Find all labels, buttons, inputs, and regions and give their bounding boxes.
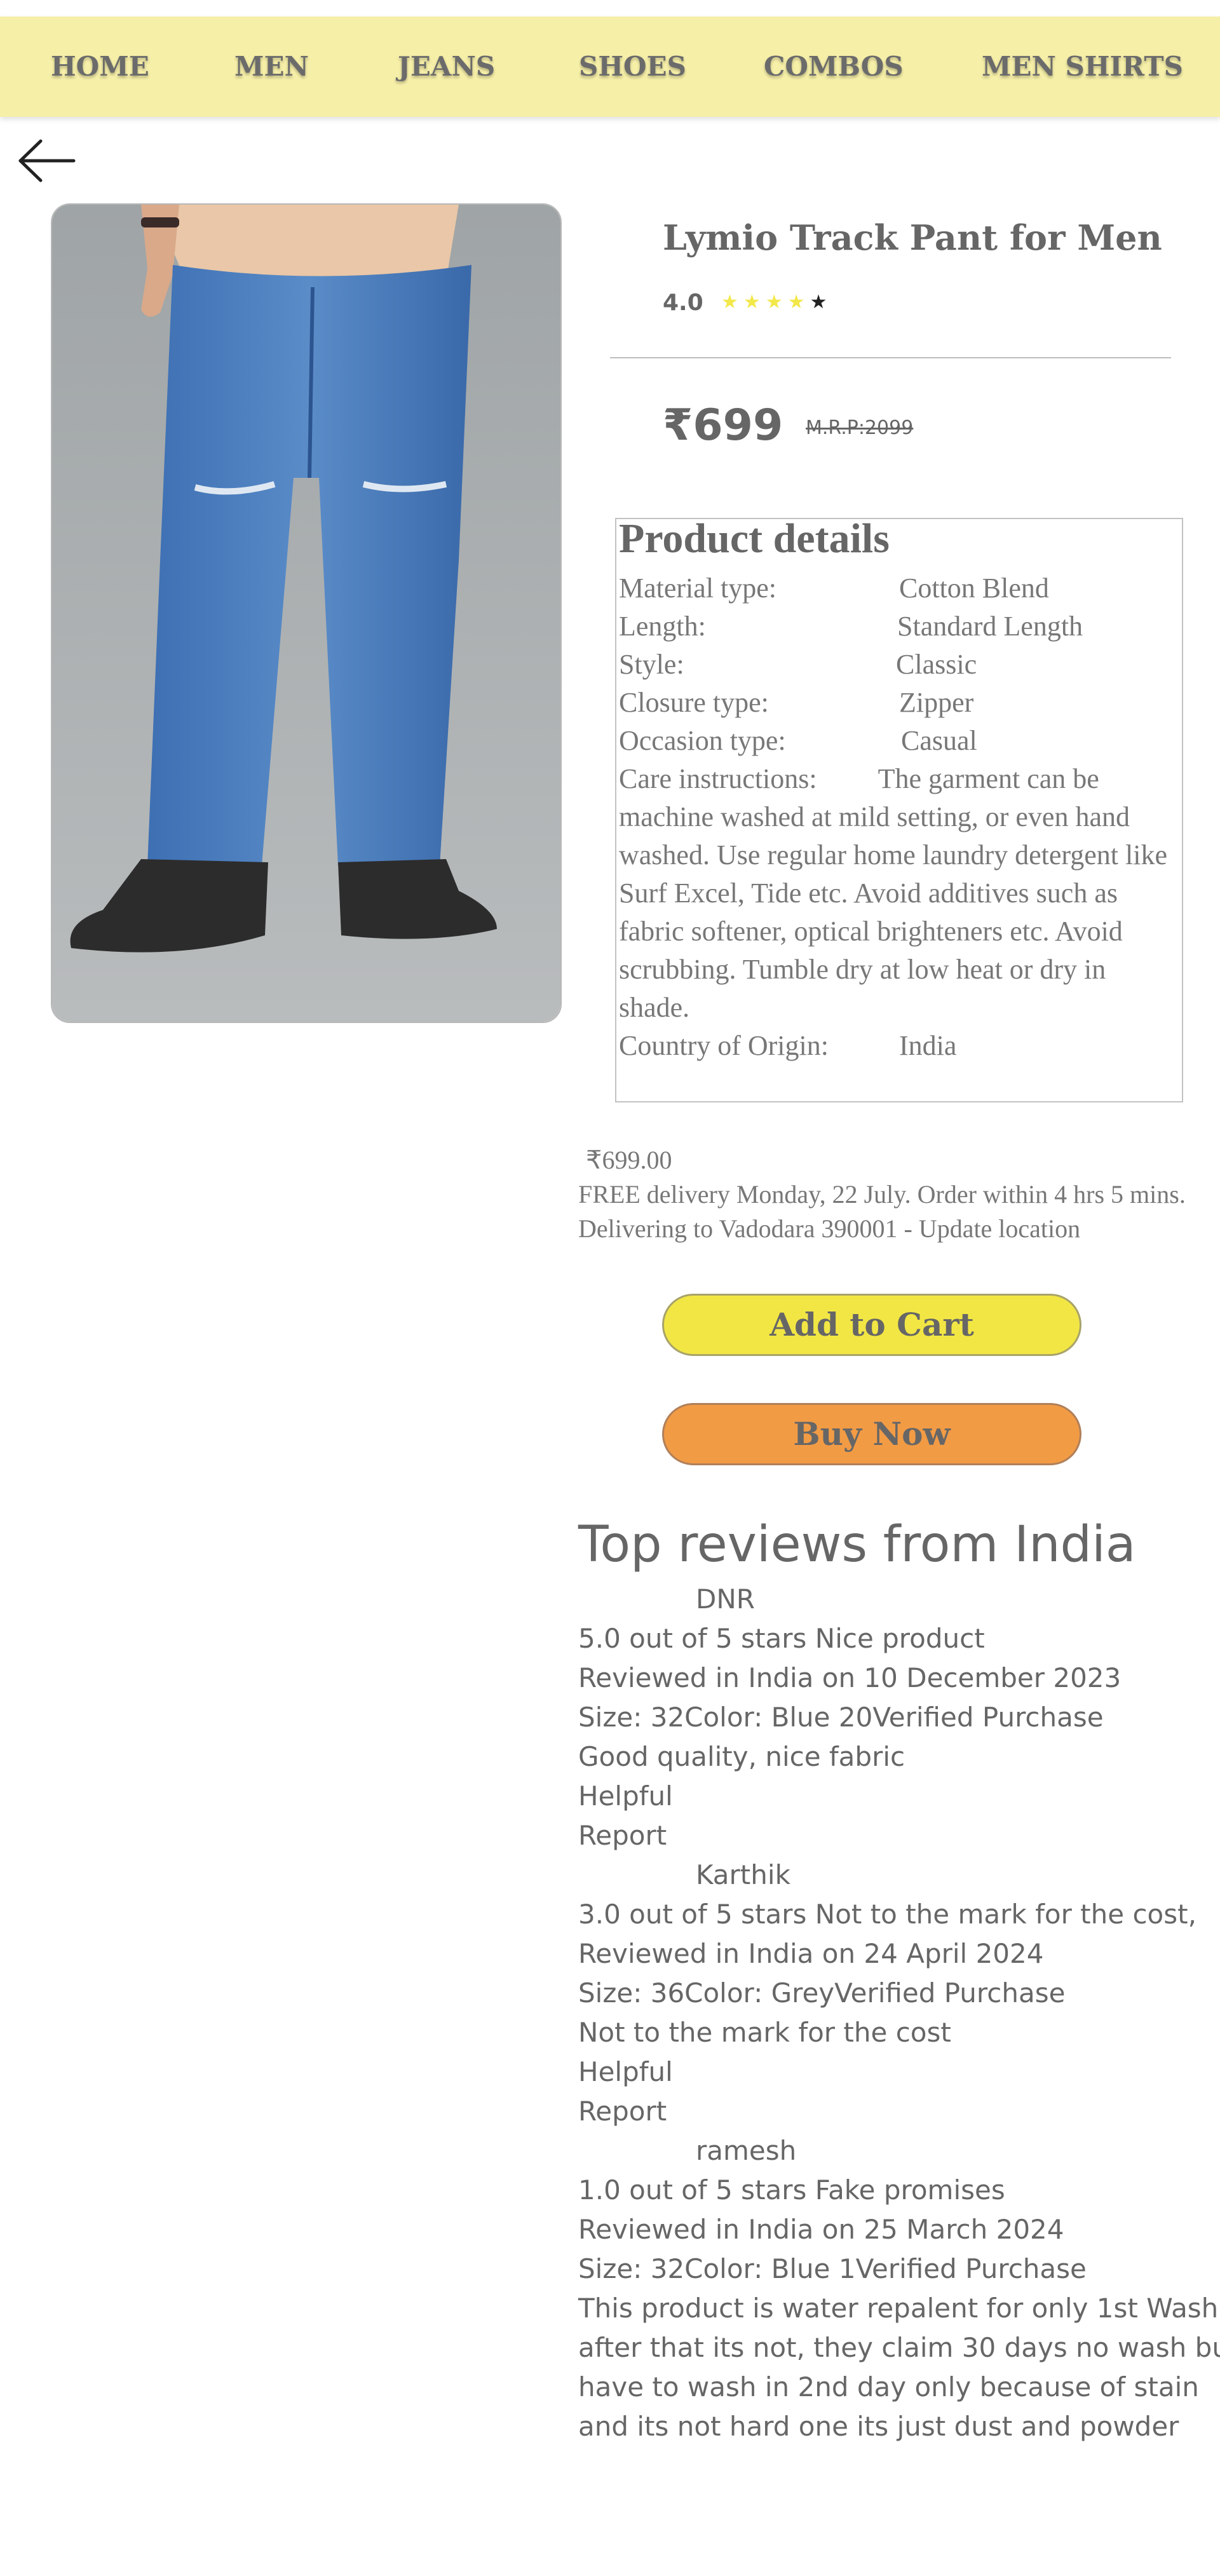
detail-label-origin: Country of Origin: <box>619 1030 829 1061</box>
nav-men-shirts[interactable]: MEN SHIRTS <box>982 17 1183 117</box>
review-date: Reviewed in India on 10 December 2023 <box>578 1662 1122 1693</box>
buy-now-button[interactable]: Buy Now <box>662 1403 1081 1465</box>
review-helpful-button[interactable]: Helpful <box>578 1777 673 1816</box>
product-image <box>51 203 562 1023</box>
rating-stars: ★★★★★ <box>721 291 832 313</box>
nav-men[interactable]: MEN <box>234 17 309 117</box>
detail-label-material: Material type: <box>619 573 777 604</box>
detail-label-closure: Closure type: <box>619 687 769 718</box>
detail-value-length: Standard Length <box>897 611 1083 642</box>
price: ₹699 <box>663 400 783 451</box>
product-title: Lymio Track Pant for Men <box>663 217 1162 258</box>
review-body: Not to the mark for the cost <box>578 2017 951 2048</box>
star-filled-icon: ★ <box>743 292 766 313</box>
review-body: Good quality, nice fabric <box>578 1741 905 1772</box>
rating-value: 4.0 <box>663 290 703 316</box>
review-author: ramesh <box>696 2135 797 2166</box>
detail-label-care: Care instructions: <box>619 763 817 794</box>
reviews-heading: Top reviews from India <box>578 1516 1136 1573</box>
delivery-price: ₹699.00 <box>586 1146 672 1174</box>
nav-shoes[interactable]: SHOES <box>579 17 686 117</box>
star-filled-icon: ★ <box>765 292 788 313</box>
detail-value-care: The garment can be machine washed at mil… <box>619 763 1168 1023</box>
review-author: DNR <box>696 1583 755 1615</box>
review-report-link[interactable]: Report <box>578 1816 667 1855</box>
detail-value-origin: India <box>899 1030 957 1061</box>
review-meta: Size: 32Color: Blue 1Verified Purchase <box>578 2253 1087 2284</box>
review-rating-line: 1.0 out of 5 stars Fake promises <box>578 2174 1005 2206</box>
review-helpful-button[interactable]: Helpful <box>578 2052 673 2092</box>
detail-value-occasion: Casual <box>901 725 977 756</box>
review-body-line: and its not hard one its just dust and p… <box>578 2411 1179 2442</box>
divider <box>610 357 1171 358</box>
detail-label-length: Length: <box>619 611 706 642</box>
review-body-line: after that its not, they claim 30 days n… <box>578 2332 1220 2363</box>
review-body-line: have to wash in 2nd day only because of … <box>578 2371 1199 2403</box>
review-rating-line: 3.0 out of 5 stars Not to the mark for t… <box>578 1899 1196 1930</box>
review-report-link[interactable]: Report <box>578 2092 667 2131</box>
review-date: Reviewed in India on 25 March 2024 <box>578 2214 1064 2245</box>
mrp-price: M.R.P:2099 <box>806 417 914 439</box>
detail-value-material: Cotton Blend <box>899 573 1049 604</box>
star-filled-icon: ★ <box>787 292 810 313</box>
add-to-cart-button[interactable]: Add to Cart <box>662 1294 1081 1356</box>
review-date: Reviewed in India on 24 April 2024 <box>578 1938 1044 1969</box>
nav-jeans[interactable]: JEANS <box>398 17 495 117</box>
review-meta: Size: 36Color: GreyVerified Purchase <box>578 1977 1066 2009</box>
nav-combos[interactable]: COMBOS <box>764 17 904 117</box>
review-author: Karthik <box>696 1859 790 1890</box>
delivery-date: FREE delivery Monday, 22 July. Order wit… <box>578 1180 1186 1209</box>
review-meta: Size: 32Color: Blue 20Verified Purchase <box>578 1702 1104 1733</box>
back-arrow-icon[interactable] <box>18 139 76 183</box>
product-details-heading: Product details <box>619 515 890 562</box>
care-instructions: Care instructions: The garment can be mac… <box>619 760 1176 1027</box>
star-empty-icon: ★ <box>810 292 832 313</box>
review-rating-line: 5.0 out of 5 stars Nice product <box>578 1623 985 1654</box>
detail-value-style: Classic <box>896 649 977 680</box>
top-nav: HOME MEN JEANS SHOES COMBOS MEN SHIRTS <box>0 17 1220 117</box>
detail-label-style: Style: <box>619 649 684 680</box>
detail-value-closure: Zipper <box>899 687 974 718</box>
nav-home[interactable]: HOME <box>51 17 149 117</box>
review-body-line: This product is water repalent for only … <box>578 2293 1219 2324</box>
delivery-location[interactable]: Delivering to Vadodara 390001 - Update l… <box>578 1214 1080 1244</box>
detail-label-occasion: Occasion type: <box>619 725 786 756</box>
star-filled-icon: ★ <box>721 292 743 313</box>
